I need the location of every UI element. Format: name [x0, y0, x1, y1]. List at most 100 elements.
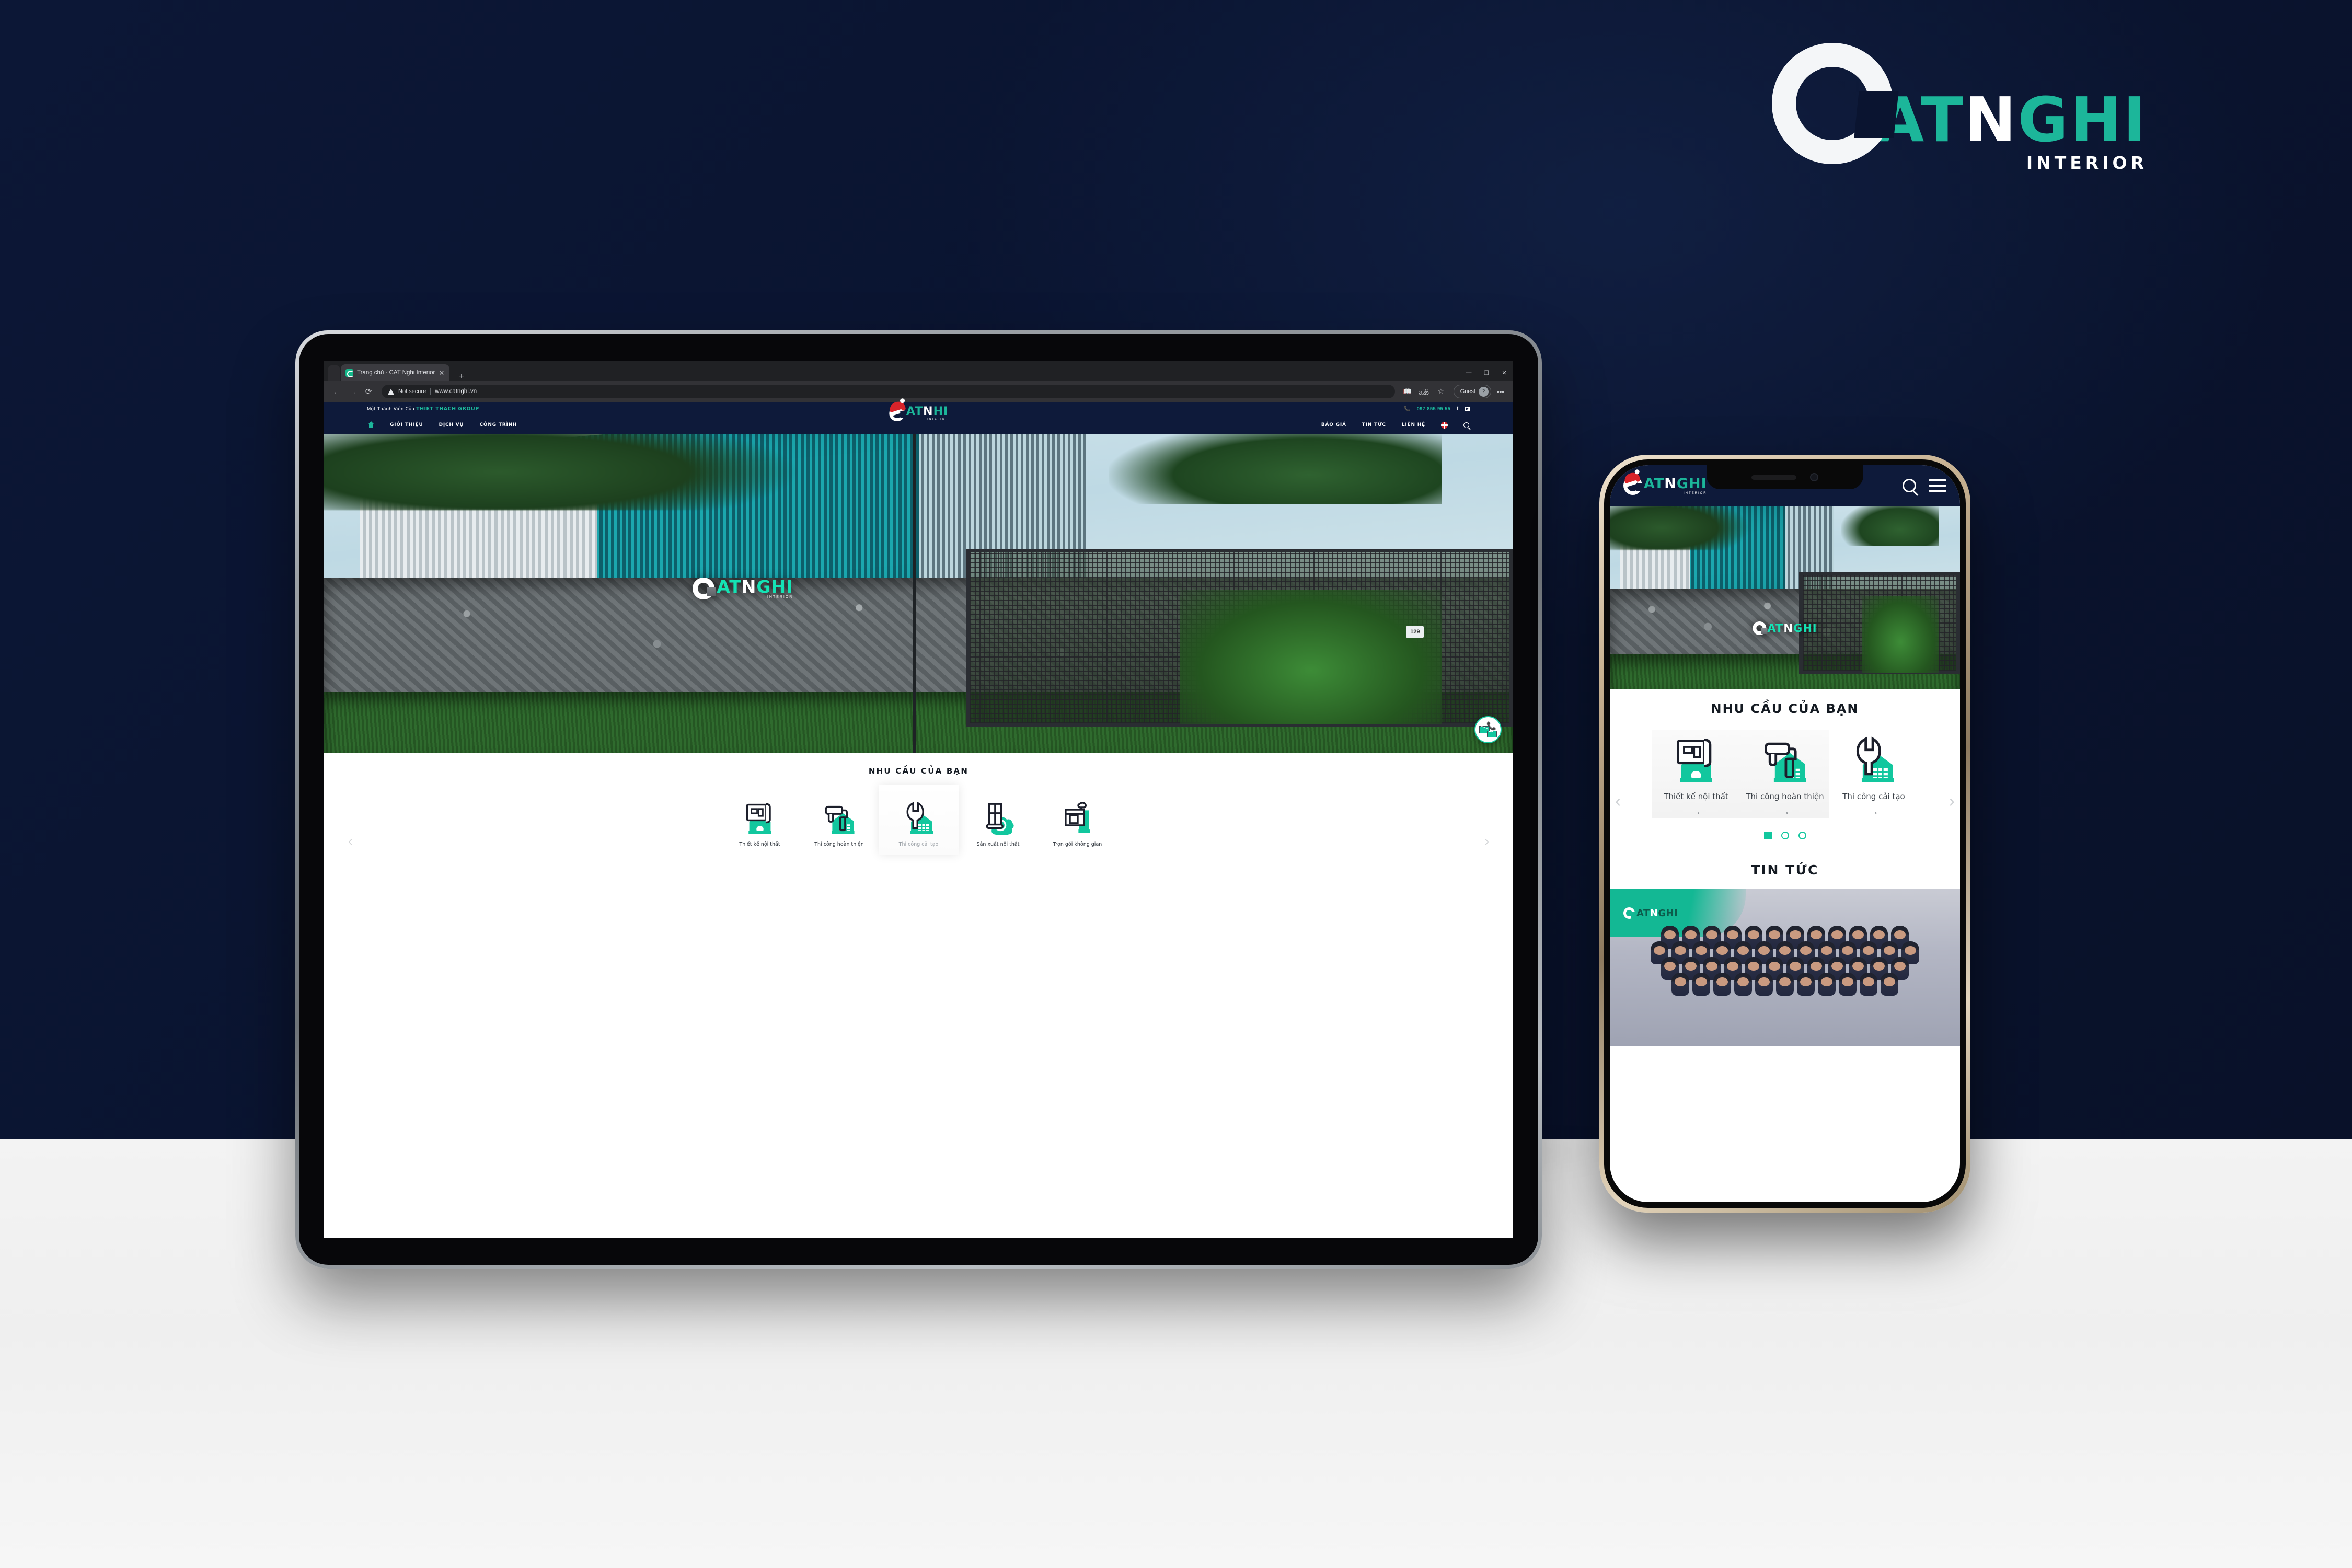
youtube-icon[interactable]: ▶	[1465, 406, 1470, 411]
site-logo[interactable]: ATNHI INTERIOR	[887, 399, 949, 421]
forward-button[interactable]: →	[345, 384, 361, 399]
member-of-text: Một Thành Viên Của THIET THACH GROUP	[367, 406, 479, 412]
favorites-star-icon[interactable]: ☆	[1434, 385, 1448, 398]
need-link-arrow-icon[interactable]: →	[1655, 806, 1737, 818]
favicon-icon	[345, 368, 354, 377]
hamburger-icon[interactable]	[1929, 479, 1946, 492]
reload-button[interactable]: ⟳	[361, 384, 376, 399]
browser-toolbar: ← → ⟳ Not secure www.catnghi.vn 📖 aあ ☆ G…	[324, 381, 1513, 402]
phone-logo-at: AT	[1644, 475, 1665, 492]
phone-need-card-thi-cong-cai-tao[interactable]: Thi công cải tạo →	[1829, 730, 1918, 818]
read-aloud-icon[interactable]: 📖	[1400, 385, 1415, 398]
hero-logo-at: AT	[717, 576, 742, 597]
translate-icon[interactable]: aあ	[1417, 385, 1432, 398]
gate-vines	[1180, 590, 1442, 724]
phone-news-image[interactable]: ATNGHI	[1610, 889, 1960, 1046]
nav-item-cong-trinh[interactable]: CÔNG TRÌNH	[480, 422, 517, 428]
more-menu-button[interactable]: •••	[1493, 385, 1508, 398]
phone-icon: 📞	[1404, 406, 1411, 412]
need-card-san-xuat-noi-that[interactable]: Sản xuất nội thất	[959, 785, 1038, 855]
phone-site-logo[interactable]: ATNGHI INTERIOR	[1622, 470, 1707, 495]
home-icon[interactable]	[368, 421, 374, 429]
nav-item-tin-tuc[interactable]: TIN TỨC	[1362, 422, 1386, 428]
phone-logo-c-icon	[1622, 470, 1643, 495]
carousel-prev-button[interactable]: ‹	[1615, 791, 1621, 812]
phone-news-title: TIN TỨC	[1751, 862, 1819, 878]
blueprint-house-icon	[723, 797, 797, 835]
earpiece-speaker	[1751, 475, 1796, 480]
website-viewport: Một Thành Viên Của THIET THACH GROUP 📞 0…	[324, 399, 1513, 855]
hero-logo-ghi: GHI	[756, 576, 793, 597]
carousel-next-button[interactable]: ›	[1484, 833, 1489, 849]
avatar: ?	[1479, 386, 1489, 397]
needs-section: NHU CẦU CỦA BẠN ‹ Thiết kế nội thất Thi …	[324, 753, 1513, 855]
phone-need-card-thi-cong-hoan-thien[interactable]: Thi công hoàn thiện →	[1740, 730, 1829, 818]
tree-left	[1610, 506, 1750, 550]
site-header: Một Thành Viên Của THIET THACH GROUP 📞 0…	[324, 399, 1513, 434]
wrench-house-icon	[882, 797, 955, 835]
paint-roller-house-icon	[803, 797, 876, 835]
carousel-dot-3[interactable]	[1798, 832, 1806, 840]
need-link-arrow-icon[interactable]: →	[1832, 806, 1915, 818]
nav-item-dich-vu[interactable]: DỊCH VỤ	[439, 422, 464, 428]
address-bar[interactable]: Not secure www.catnghi.vn	[382, 385, 1395, 398]
phone-number[interactable]: 097 855 95 55	[1417, 406, 1451, 412]
phone-screen: ATNGHI INTERIOR ATNGHI NHU CẦU CỦA BẠN ‹…	[1610, 465, 1960, 1202]
back-button[interactable]: ←	[329, 384, 345, 399]
carousel-prev-button[interactable]: ‹	[348, 833, 353, 849]
phone-logo-ghi: GHI	[1676, 475, 1707, 492]
need-card-tron-goi-khong-gian[interactable]: Trọn gói không gian	[1038, 785, 1117, 855]
close-window-button[interactable]: ✕	[1495, 370, 1513, 376]
tree-left	[324, 434, 800, 511]
need-label: Sản xuất nội thất	[976, 841, 1020, 847]
nav-right-group: BÁO GIÁ TIN TỨC LIÊN HỆ	[1321, 421, 1469, 429]
language-flag-icon[interactable]	[1441, 421, 1448, 429]
phone-needs-section: NHU CẦU CỦA BẠN ‹ Thiết kế nội thất → Th…	[1610, 689, 1960, 845]
paint-roller-house-icon	[1744, 730, 1826, 784]
tablet-device: Trang chủ - CAT Nghi Interior ✕ + — ❐ ✕ …	[295, 330, 1542, 1269]
search-icon[interactable]	[1903, 479, 1916, 492]
member-group-name: THIET THACH GROUP	[416, 406, 479, 412]
url-text: www.catnghi.vn	[435, 388, 477, 395]
facebook-icon[interactable]: f	[1457, 406, 1458, 412]
phone-hero-watermark-logo: ATNGHI	[1753, 621, 1817, 635]
toolbar-icons: 📖 aあ ☆ Guest ? •••	[1400, 385, 1508, 398]
santa-hat-icon	[1622, 470, 1641, 486]
site-logo-subtitle: INTERIOR	[927, 418, 949, 421]
phone-need-card-thiet-ke-noi-that[interactable]: Thiết kế nội thất →	[1652, 730, 1740, 818]
need-card-thi-cong-hoan-thien[interactable]: Thi công hoàn thiện	[800, 785, 879, 855]
gate-vines	[1862, 595, 1939, 673]
browser-chrome: Trang chủ - CAT Nghi Interior ✕ + — ❐ ✕ …	[324, 361, 1513, 402]
nav-item-lien-he[interactable]: LIÊN HỆ	[1402, 422, 1425, 428]
carousel-dot-1[interactable]	[1763, 832, 1772, 840]
warning-triangle-icon	[388, 388, 394, 395]
brand-logo-wordmark: ATNGHI INTERIOR	[1876, 52, 2148, 173]
contact-float-button[interactable]: 📞	[1474, 716, 1502, 743]
new-tab-button[interactable]: +	[455, 373, 468, 381]
search-icon[interactable]	[1463, 422, 1469, 428]
tab-partial[interactable]	[328, 365, 340, 381]
carousel-next-button[interactable]: ›	[1949, 791, 1955, 812]
phone-hero-logo-ghi: GHI	[1793, 621, 1817, 635]
nav-item-bao-gia[interactable]: BÁO GIÁ	[1321, 422, 1346, 428]
need-link-arrow-icon[interactable]: →	[1744, 806, 1826, 818]
carousel-dot-2[interactable]	[1781, 832, 1789, 840]
profile-button[interactable]: Guest ?	[1453, 385, 1491, 398]
phone-header-actions	[1903, 479, 1946, 492]
phone-hero-logo-at: AT	[1767, 621, 1784, 635]
phone-logo-wordmark: ATNGHI INTERIOR	[1644, 477, 1707, 495]
divider	[430, 388, 431, 395]
news-logo-ghi: GHI	[1658, 907, 1678, 919]
brand-logo: ATNGHI INTERIOR	[1772, 43, 2148, 173]
minimize-button[interactable]: —	[1460, 370, 1478, 376]
image-split-divider	[913, 434, 917, 753]
hero-photo: 129	[324, 434, 1513, 753]
hero-logo-n: N	[741, 576, 757, 597]
phone-need-label: Thi công hoàn thiện	[1746, 792, 1824, 801]
nav-item-gioi-thieu[interactable]: GIỚI THIỆU	[390, 422, 423, 428]
maximize-button[interactable]: ❐	[1478, 370, 1495, 376]
browser-tab-active[interactable]: Trang chủ - CAT Nghi Interior ✕	[341, 364, 450, 381]
need-card-thi-cong-cai-tao[interactable]: Thi công cải tạo	[879, 785, 959, 855]
need-card-thiet-ke-noi-that[interactable]: Thiết kế nội thất	[720, 785, 800, 855]
close-icon[interactable]: ✕	[439, 370, 444, 376]
